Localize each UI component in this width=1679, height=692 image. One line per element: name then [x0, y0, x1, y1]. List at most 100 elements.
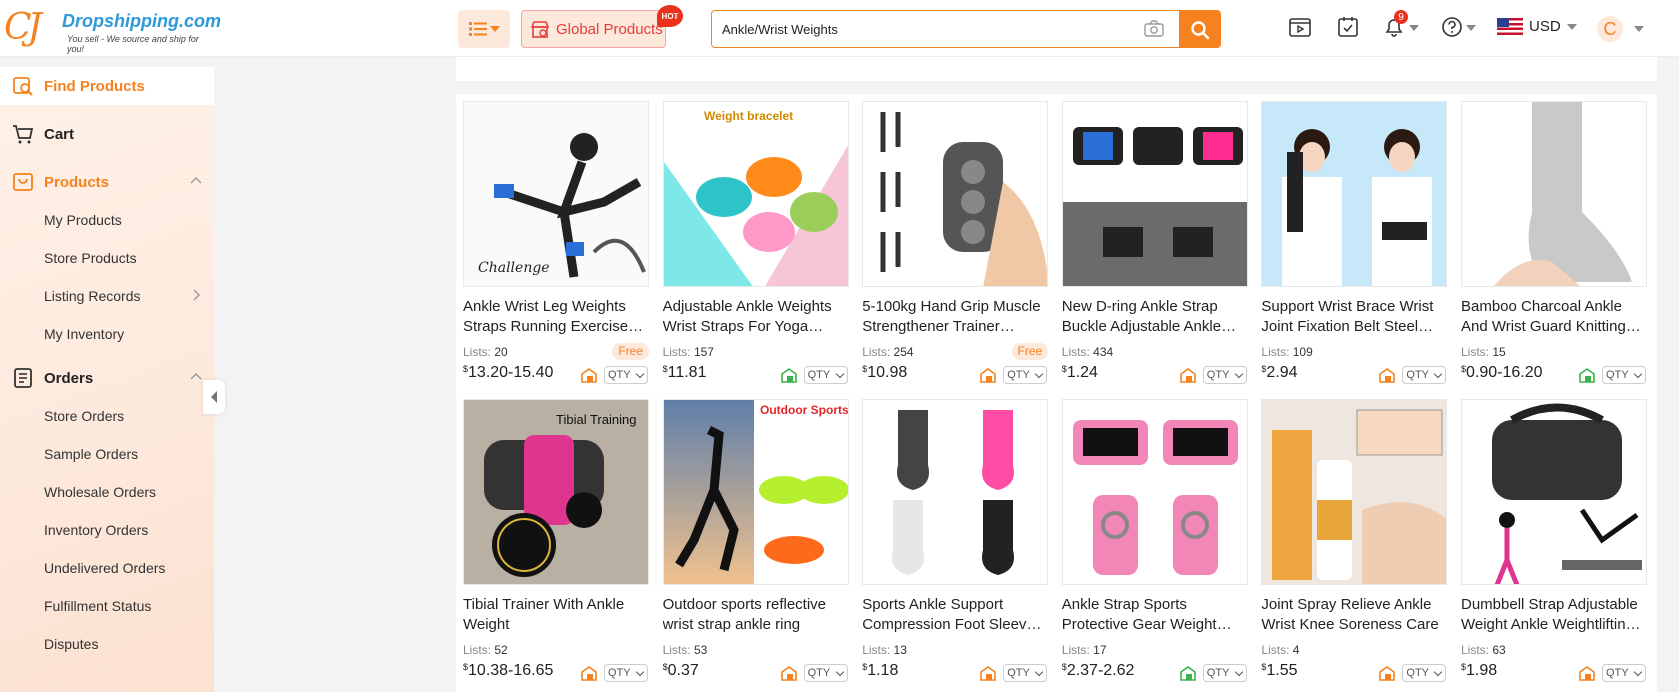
- product-image[interactable]: [1061, 101, 1248, 287]
- cj-logo[interactable]: CJ Dropshipping.com You sell - We source…: [4, 8, 221, 55]
- product-title[interactable]: Dumbbell Strap Adjustable Weight Ankle W…: [1461, 595, 1647, 635]
- product-image[interactable]: Tibial Training: [463, 399, 649, 585]
- warehouse-shipping-icon[interactable]: [980, 367, 996, 383]
- product-image[interactable]: [1061, 399, 1248, 585]
- product-title[interactable]: 5-100kg Hand Grip Muscle Strengthener Tr…: [862, 297, 1048, 337]
- product-card-bamboo-ankle-guard[interactable]: Bamboo Charcoal Ankle And Wrist Guard Kn…: [1461, 101, 1647, 391]
- product-lists-count: Lists: 434: [1062, 345, 1113, 359]
- search-input[interactable]: [722, 11, 1122, 47]
- chevron-down-icon[interactable]: [1634, 26, 1644, 32]
- sidebar-item-my-products[interactable]: My Products: [0, 201, 214, 239]
- sidebar-label: Find Products: [44, 77, 145, 95]
- task-check-icon[interactable]: [1337, 16, 1359, 38]
- qty-select[interactable]: QTY: [1602, 366, 1646, 384]
- sidebar-item-inventory-orders[interactable]: Inventory Orders: [0, 511, 214, 549]
- product-card-d-ring-ankle-strap[interactable]: New D-ring Ankle Strap Buckle Adjustable…: [1061, 101, 1248, 391]
- qty-select[interactable]: QTY: [1202, 366, 1247, 384]
- warehouse-shipping-icon[interactable]: [1379, 665, 1396, 681]
- product-title[interactable]: Adjustable Ankle Weights Wrist Straps Fo…: [663, 297, 849, 337]
- warehouse-shipping-icon[interactable]: [980, 665, 996, 681]
- qty-select[interactable]: QTY: [1003, 366, 1048, 384]
- price-value: 10.98: [867, 364, 908, 381]
- avatar[interactable]: C: [1597, 16, 1623, 42]
- product-title[interactable]: Support Wrist Brace Wrist Joint Fixation…: [1261, 297, 1447, 337]
- product-card-tibial-trainer[interactable]: Tibial Training Tibial Trainer With Ankle…: [463, 399, 649, 689]
- product-lists-count: Lists: 157: [663, 345, 714, 359]
- product-title[interactable]: Ankle Wrist Leg Weights Straps Running E…: [463, 297, 649, 337]
- sidebar-sub-label: Listing Records: [44, 288, 141, 304]
- sidebar-item-orders[interactable]: Orders: [0, 359, 214, 397]
- qty-select[interactable]: QTY: [1402, 366, 1447, 384]
- warehouse-shipping-icon[interactable]: [581, 665, 597, 681]
- product-card-dumbbell-strap[interactable]: Dumbbell Strap Adjustable Weight Ankle W…: [1461, 399, 1647, 689]
- help-icon[interactable]: [1441, 16, 1463, 38]
- video-icon[interactable]: [1288, 16, 1312, 38]
- warehouse-shipping-icon[interactable]: [780, 665, 797, 681]
- product-card-hand-grip-trainer[interactable]: 5-100kg Hand Grip Muscle Strengthener Tr…: [862, 101, 1049, 391]
- product-image[interactable]: Weight bracelet: [662, 101, 849, 287]
- product-title[interactable]: Tibial Trainer With Ankle Weight: [463, 595, 649, 635]
- sidebar-item-find-products[interactable]: Find Products: [0, 67, 214, 105]
- category-menu-button[interactable]: [458, 10, 510, 48]
- camera-icon[interactable]: [1144, 20, 1164, 38]
- chevron-down-icon[interactable]: [1409, 25, 1419, 31]
- sidebar-item-disputes[interactable]: Disputes: [0, 625, 214, 663]
- orders-icon: [14, 368, 32, 388]
- warehouse-shipping-icon[interactable]: [1179, 367, 1196, 383]
- product-image[interactable]: [1261, 399, 1448, 585]
- product-image[interactable]: Challenge: [463, 101, 649, 287]
- qty-select[interactable]: QTY: [803, 366, 848, 384]
- warehouse-shipping-icon[interactable]: [1579, 367, 1595, 383]
- warehouse-shipping-icon[interactable]: [1179, 665, 1196, 681]
- sidebar-item-store-orders[interactable]: Store Orders: [0, 397, 214, 435]
- product-card-ankle-strap-gear[interactable]: Ankle Strap Sports Protective Gear Weigh…: [1061, 399, 1248, 689]
- product-card-ankle-wrist-leg-weights[interactable]: Challenge Ankle Wrist Leg Weights Straps …: [463, 101, 649, 391]
- sidebar-item-wholesale-orders[interactable]: Wholesale Orders: [0, 473, 214, 511]
- price-value: 11.81: [667, 364, 707, 381]
- product-title[interactable]: Outdoor sports reflective wrist strap an…: [663, 595, 849, 635]
- warehouse-shipping-icon[interactable]: [1579, 665, 1595, 681]
- product-card-adjustable-ankle-weights[interactable]: Weight bracelet Adjustable Ankle Weights …: [662, 101, 849, 391]
- qty-select[interactable]: QTY: [803, 664, 848, 682]
- qty-select[interactable]: QTY: [604, 366, 648, 384]
- qty-select[interactable]: QTY: [1003, 664, 1048, 682]
- product-card-joint-spray[interactable]: Joint Spray Relieve Ankle Wrist Knee Sor…: [1261, 399, 1448, 689]
- product-image[interactable]: Outdoor Sports: [662, 399, 849, 585]
- product-price: $10.98: [862, 364, 907, 382]
- sidebar-sub-label: Store Orders: [44, 408, 125, 424]
- sidebar-item-fulfillment-status[interactable]: Fulfillment Status: [0, 587, 214, 625]
- product-title[interactable]: Sports Ankle Support Compression Foot Sl…: [862, 595, 1048, 635]
- product-card-ankle-compression-sleeve[interactable]: Sports Ankle Support Compression Foot Sl…: [862, 399, 1049, 689]
- sidebar-item-undelivered-orders[interactable]: Undelivered Orders: [0, 549, 214, 587]
- qty-select[interactable]: QTY: [604, 664, 648, 682]
- product-title[interactable]: Bamboo Charcoal Ankle And Wrist Guard Kn…: [1461, 297, 1647, 337]
- product-card-wrist-brace[interactable]: Support Wrist Brace Wrist Joint Fixation…: [1261, 101, 1448, 391]
- product-image[interactable]: [862, 101, 1049, 287]
- qty-select[interactable]: QTY: [1602, 664, 1646, 682]
- sidebar-item-listing-records[interactable]: Listing Records: [0, 277, 214, 315]
- qty-select[interactable]: QTY: [1402, 664, 1447, 682]
- product-title[interactable]: Joint Spray Relieve Ankle Wrist Knee Sor…: [1261, 595, 1447, 635]
- product-title[interactable]: New D-ring Ankle Strap Buckle Adjustable…: [1062, 297, 1248, 337]
- sidebar-item-products[interactable]: Products: [0, 163, 214, 201]
- search-button[interactable]: [1179, 11, 1220, 47]
- product-image[interactable]: [1461, 101, 1647, 287]
- sidebar-item-cart[interactable]: Cart: [0, 115, 214, 153]
- global-products-button[interactable]: Global Products HOT: [521, 5, 683, 48]
- currency-selector[interactable]: USD: [1497, 18, 1577, 35]
- product-title[interactable]: Ankle Strap Sports Protective Gear Weigh…: [1062, 595, 1248, 635]
- warehouse-shipping-icon[interactable]: [1379, 367, 1396, 383]
- product-image[interactable]: [862, 399, 1049, 585]
- qty-select[interactable]: QTY: [1202, 664, 1247, 682]
- product-card-reflective-wrist-strap[interactable]: Outdoor Sports Outdoor sports reflective …: [662, 399, 849, 689]
- sidebar-item-store-products[interactable]: Store Products: [0, 239, 214, 277]
- warehouse-shipping-icon[interactable]: [780, 367, 797, 383]
- chevron-down-icon[interactable]: [1466, 25, 1476, 31]
- sidebar-item-sample-orders[interactable]: Sample Orders: [0, 435, 214, 473]
- lists-value: 4: [1292, 643, 1300, 657]
- warehouse-shipping-icon[interactable]: [581, 367, 597, 383]
- product-image[interactable]: [1261, 101, 1448, 287]
- product-image[interactable]: [1461, 399, 1647, 585]
- sidebar-collapse-toggle[interactable]: [203, 380, 225, 414]
- sidebar-item-my-inventory[interactable]: My Inventory: [0, 315, 214, 353]
